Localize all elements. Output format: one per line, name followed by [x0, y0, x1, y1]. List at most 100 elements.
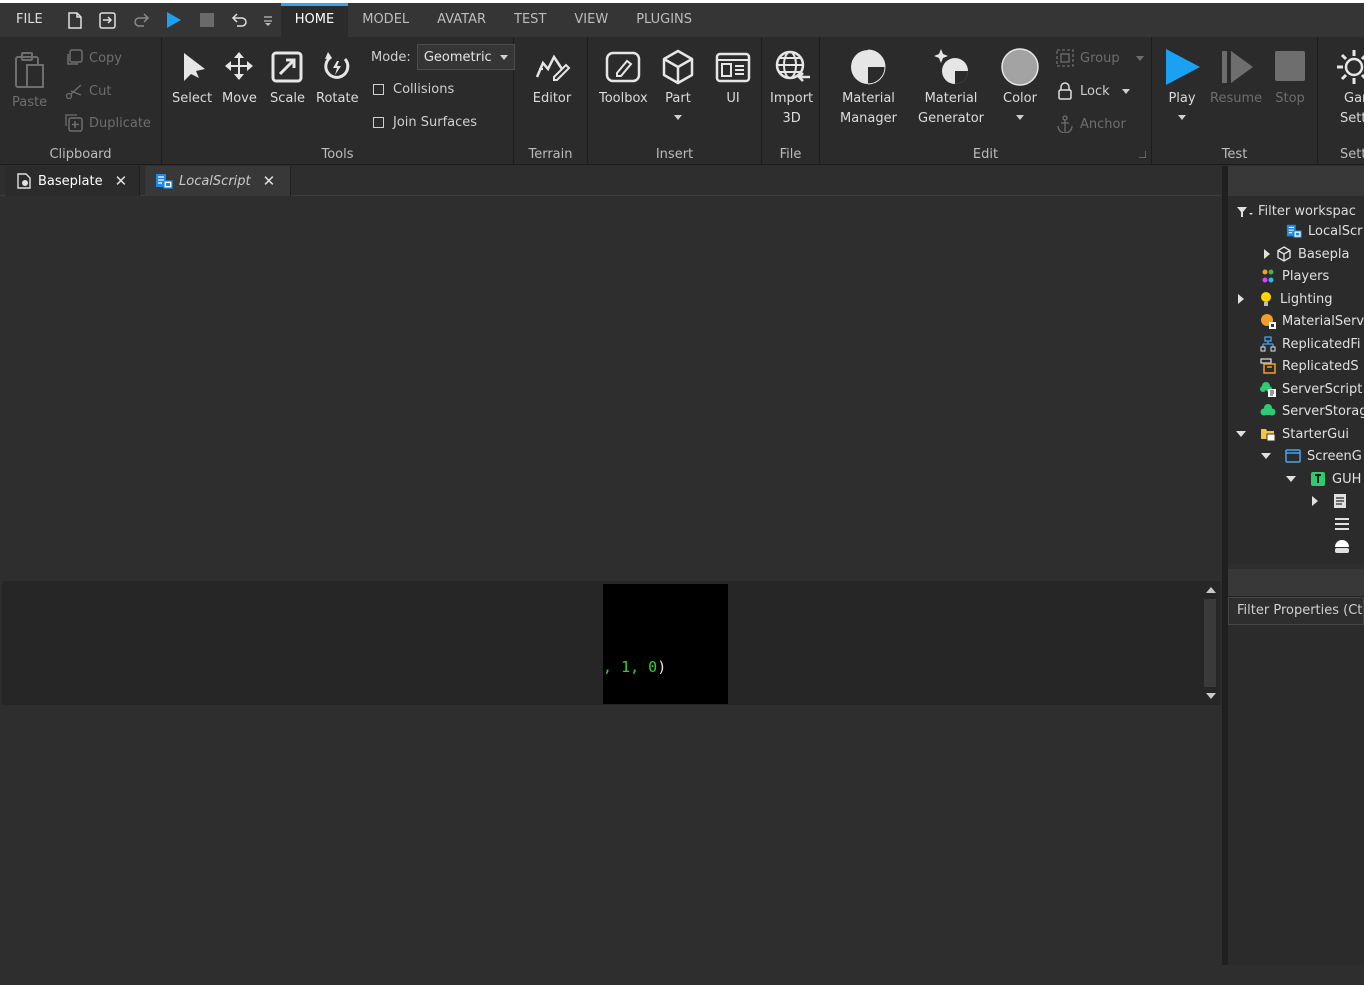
play-dropdown-icon[interactable] — [1178, 115, 1186, 120]
rotate-button[interactable]: Rotate — [316, 47, 359, 109]
tree-item-screengui[interactable]: ScreenG — [1261, 445, 1362, 467]
collapse-arrow-icon[interactable] — [1236, 431, 1246, 437]
material-manager-button[interactable]: Material Manager — [840, 47, 897, 129]
explorer-filter[interactable]: Filter workspac — [1236, 204, 1356, 219]
color-button[interactable]: Color — [1000, 47, 1040, 120]
stop-button[interactable]: Stop — [1272, 47, 1308, 109]
color-dropdown-icon[interactable] — [1016, 115, 1024, 120]
lock-button[interactable]: Lock — [1056, 82, 1130, 100]
tree-item-guh[interactable]: GUH — [1286, 468, 1361, 490]
doc-tab-label: Baseplate — [38, 173, 103, 189]
tab-plugins[interactable]: PLUGINS — [622, 3, 706, 37]
tree-item-serverstorage[interactable]: ServerStorag — [1260, 400, 1364, 422]
tab-test[interactable]: TEST — [500, 3, 560, 37]
part-button[interactable]: Part — [660, 47, 696, 120]
tree-item-replicatedfirst[interactable]: ReplicatedFi — [1260, 333, 1361, 355]
cut-button[interactable]: Cut — [65, 82, 111, 100]
tree-item-serverscriptservice[interactable]: ServerScript — [1260, 378, 1362, 400]
play-quick-icon[interactable] — [158, 3, 191, 37]
close-icon[interactable]: ✕ — [263, 172, 276, 190]
tab-model[interactable]: MODEL — [348, 3, 423, 37]
select-button[interactable]: Select — [172, 47, 212, 109]
collapse-arrow-icon[interactable] — [1261, 453, 1271, 459]
tree-item-players[interactable]: Players — [1260, 265, 1329, 287]
tree-label: ReplicatedS — [1282, 358, 1359, 374]
join-surfaces-checkbox[interactable]: Join Surfaces — [373, 115, 477, 130]
viewport[interactable] — [0, 196, 1224, 581]
tree-item-lighting[interactable]: Lighting — [1238, 288, 1333, 310]
output-scrollbar[interactable] — [1202, 581, 1218, 705]
undo-icon[interactable] — [224, 3, 257, 37]
tree-item-baseplate[interactable]: Basepla — [1264, 243, 1350, 265]
duplicate-button[interactable]: Duplicate — [65, 114, 151, 132]
tree-label: Lighting — [1280, 291, 1333, 307]
corner-icon — [1335, 540, 1349, 553]
terrain-editor-button[interactable]: Editor — [532, 47, 572, 109]
scale-label: Scale — [270, 91, 305, 106]
mode-select[interactable]: Geometric — [416, 44, 515, 70]
toolbox-button[interactable]: Toolbox — [599, 47, 648, 109]
resume-button[interactable]: Resume — [1210, 47, 1262, 109]
collapse-arrow-icon[interactable] — [1286, 476, 1296, 482]
edit-expand-icon[interactable] — [1139, 151, 1146, 158]
output-panel[interactable]: , 1, 0) — [2, 581, 1220, 705]
group-dropdown-icon[interactable] — [1135, 55, 1144, 61]
properties-filter[interactable]: Filter Properties (Ctr — [1228, 597, 1364, 625]
tab-home[interactable]: HOME — [280, 3, 349, 37]
paste-button[interactable]: Paste — [12, 51, 47, 113]
file-menu[interactable]: FILE — [0, 3, 59, 37]
serverstorage-icon — [1260, 404, 1276, 416]
tree-item-materialservice[interactable]: MaterialServ — [1260, 310, 1364, 332]
stop-quick-icon[interactable] — [191, 3, 224, 37]
ui-button[interactable]: UI — [714, 47, 752, 109]
material-generator-button[interactable]: Material Generator — [918, 47, 984, 129]
game-settings-button[interactable]: Gar Setti — [1334, 47, 1364, 129]
tree-item-startergui[interactable]: StarterGui — [1236, 423, 1349, 445]
lock-icon — [1058, 82, 1072, 100]
scale-button[interactable]: Scale — [270, 47, 305, 109]
publish-icon[interactable] — [92, 3, 125, 37]
scroll-up-icon[interactable] — [1206, 587, 1216, 593]
new-file-icon[interactable] — [59, 3, 92, 37]
tree-item-child[interactable] — [1334, 513, 1350, 535]
group-label: Group — [1080, 50, 1120, 66]
import-3d-button[interactable]: Import 3D — [770, 47, 813, 129]
tab-view[interactable]: VIEW — [560, 3, 622, 37]
explorer-filter-placeholder: Filter workspac — [1258, 204, 1356, 219]
tree-item-child[interactable] — [1334, 535, 1350, 557]
code-token: , — [630, 658, 649, 676]
group-button[interactable]: Group — [1056, 49, 1144, 67]
replicatedstorage-icon — [1260, 358, 1276, 374]
doc-tab-localscript[interactable]: LocalScript ✕ — [145, 166, 291, 196]
customize-toolbar-icon[interactable] — [257, 3, 279, 37]
material-generator-label-1: Material — [924, 91, 978, 106]
ui-label: UI — [726, 91, 740, 106]
script-preview: , 1, 0) — [603, 584, 728, 704]
ribbon-tabs: HOME MODEL AVATAR TEST VIEW PLUGINS — [280, 3, 706, 37]
expand-arrow-icon[interactable] — [1312, 496, 1318, 506]
tree-item-child[interactable] — [1312, 490, 1348, 512]
lock-dropdown-icon[interactable] — [1121, 88, 1130, 94]
expand-arrow-icon[interactable] — [1238, 294, 1244, 304]
part-dropdown-icon[interactable] — [674, 115, 682, 120]
scissors-icon — [65, 84, 82, 100]
resume-label: Resume — [1210, 91, 1263, 106]
lower-viewport[interactable] — [0, 705, 1224, 985]
scroll-track[interactable] — [1204, 599, 1216, 687]
tree-item-localscript[interactable]: LocalScr — [1286, 220, 1362, 242]
close-icon[interactable]: ✕ — [115, 172, 128, 190]
tree-label: LocalScr — [1308, 223, 1363, 239]
doc-tab-baseplate[interactable]: Baseplate ✕ — [6, 166, 140, 196]
tab-avatar[interactable]: AVATAR — [423, 3, 500, 37]
copy-button[interactable]: Copy — [65, 49, 122, 67]
collisions-checkbox[interactable]: Collisions — [373, 82, 454, 97]
scroll-down-icon[interactable] — [1206, 693, 1216, 699]
anchor-button[interactable]: Anchor — [1056, 115, 1126, 133]
tree-item-replicatedstorage[interactable]: ReplicatedS — [1260, 355, 1359, 377]
play-button[interactable]: Play — [1162, 47, 1202, 120]
script-icon — [1334, 494, 1346, 508]
move-button[interactable]: Move — [222, 47, 257, 109]
expand-arrow-icon[interactable] — [1264, 249, 1270, 259]
tools-group-label: Tools — [321, 147, 354, 162]
redo-icon[interactable] — [125, 3, 158, 37]
